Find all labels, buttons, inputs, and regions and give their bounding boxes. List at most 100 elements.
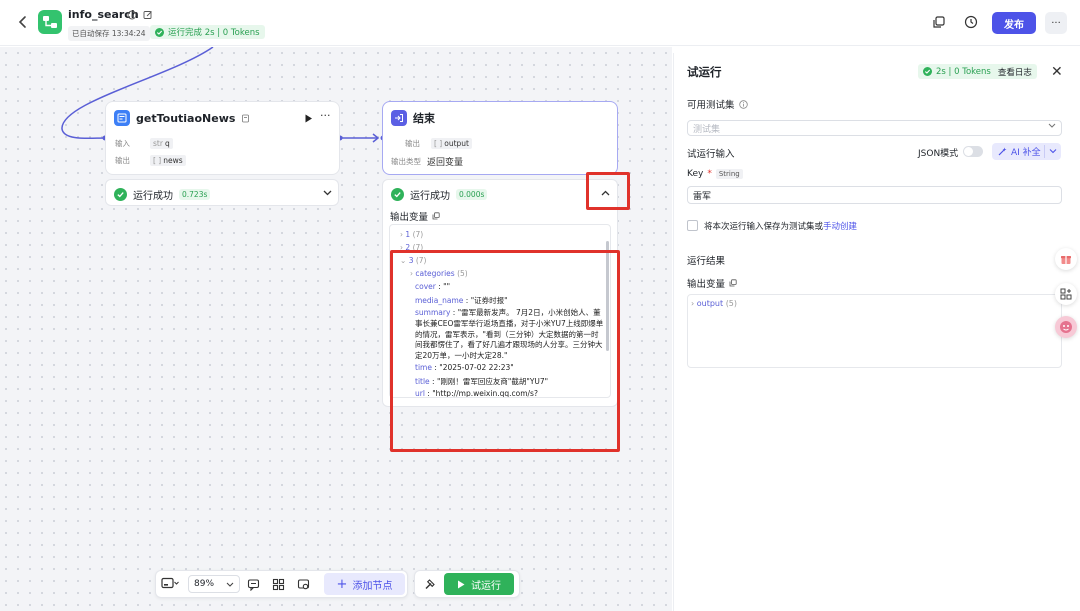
result-heading: 运行结果: [687, 256, 726, 267]
tree-item-1[interactable]: › 1 (7): [400, 230, 423, 239]
node-input-row: 输入 str q: [115, 138, 173, 149]
test-input-heading: 试运行输入: [687, 149, 735, 160]
debug-tool-icon[interactable]: [423, 578, 436, 591]
success-check-icon: [391, 188, 404, 201]
key-field-label: Key * String: [687, 169, 743, 179]
output-type: [ ]: [434, 139, 443, 148]
status-time: 0.000s: [456, 189, 488, 200]
tree-key: output: [696, 299, 724, 308]
image-node-icon[interactable]: [297, 578, 310, 591]
output-type: [ ]: [153, 156, 162, 165]
output-label: 输出: [405, 139, 420, 148]
highlight-collapse-button: [586, 172, 630, 210]
input-tag: str q: [150, 138, 173, 149]
comment-icon[interactable]: [247, 578, 260, 591]
testset-select[interactable]: 测试集: [687, 120, 1062, 136]
news-node-status[interactable]: 运行成功 0.723s: [105, 179, 339, 206]
chevron-down-icon[interactable]: [323, 190, 332, 196]
testset-placeholder: 测试集: [693, 125, 721, 135]
input-value: q: [164, 139, 170, 148]
chevron-down-icon[interactable]: [1049, 145, 1057, 157]
node-end[interactable]: 结束 输出 [ ] output 输出类型 返回变量: [382, 101, 618, 175]
test-run-panel: 试运行 2s | 0 Tokens 查看日志 ✕ 可用测试集 测试集 试运行输入…: [673, 53, 1076, 611]
output-tag: [ ] output: [431, 138, 472, 149]
success-check-icon: [114, 188, 127, 201]
plus-icon: +: [336, 576, 348, 592]
tree-key: 1: [405, 230, 411, 239]
output-vars-label: 输出变量: [687, 279, 726, 290]
doc-icon: [242, 114, 250, 122]
node-get-toutiao-news[interactable]: getToutiaoNews ··· 输入 str q 输出 [ ] news: [105, 101, 340, 175]
history-icon[interactable]: [963, 14, 979, 30]
panel-badge-text: 2s | 0 Tokens: [936, 66, 991, 77]
copy-icon[interactable]: [931, 14, 947, 30]
tree-count: (5): [725, 299, 738, 308]
plugin-icon: [114, 110, 130, 126]
add-node-label: 添加节点: [352, 580, 393, 592]
save-text: 将本次运行输入保存为测试集或: [704, 222, 824, 232]
chevron-down-icon: [1048, 123, 1056, 128]
input-label: 输入: [115, 139, 130, 148]
node-title: 结束: [413, 112, 435, 125]
end-output-kind-row: 输出类型 返回变量: [391, 155, 463, 168]
output-kind-label: 输出类型: [391, 157, 421, 166]
workflow-logo-icon: [38, 10, 62, 34]
required-marker: *: [707, 169, 712, 179]
run-status-text: 运行完成 2s | 0 Tokens: [168, 28, 260, 38]
input-type: str: [153, 139, 163, 148]
view-log-link[interactable]: 查看日志: [998, 66, 1032, 78]
assistant-avatar-icon[interactable]: [1055, 316, 1077, 338]
output-value: output: [444, 139, 469, 148]
magic-wand-icon: [998, 147, 1007, 156]
info-icon[interactable]: [127, 10, 137, 20]
save-testset-label: 将本次运行输入保存为测试集或手动创建: [704, 220, 857, 232]
publish-button[interactable]: 发布: [992, 12, 1036, 34]
minimap-icon[interactable]: [161, 577, 179, 590]
test-run-button[interactable]: 试运行: [444, 573, 514, 595]
chevron-down-icon: [226, 582, 234, 587]
copy-icon[interactable]: [432, 212, 440, 220]
result-tree-output[interactable]: › output (5): [691, 299, 737, 308]
output-vars-heading: 输出变量: [390, 209, 440, 223]
autosave-status: 已自动保存 13:34:24: [68, 26, 150, 41]
key-label: Key: [687, 169, 704, 179]
zoom-value: 89%: [194, 579, 215, 589]
json-mode-label: JSON模式: [918, 149, 959, 159]
output-label: 输出: [115, 156, 130, 165]
create-manually-link[interactable]: 手动创建: [823, 222, 857, 232]
success-check-icon: [155, 27, 164, 37]
save-testset-checkbox[interactable]: [687, 220, 698, 231]
output-value: news: [163, 156, 183, 165]
info-icon[interactable]: [738, 99, 748, 109]
testset-label: 可用测试集: [687, 100, 735, 111]
add-node-button[interactable]: + 添加节点: [324, 573, 405, 595]
key-input[interactable]: 雷军: [687, 186, 1062, 204]
layout-icon[interactable]: [272, 578, 285, 591]
node-title: getToutiaoNews: [136, 111, 236, 125]
output-kind-value: 返回变量: [427, 158, 464, 168]
panel-run-badge: 2s | 0 Tokens 查看日志: [918, 64, 1037, 79]
testset-heading: 可用测试集: [687, 97, 748, 111]
workflow-canvas[interactable]: getToutiaoNews ··· 输入 str q 输出 [ ] news 运行…: [0, 47, 672, 611]
result-output-heading: 输出变量: [687, 276, 737, 290]
success-check-icon: [923, 67, 932, 76]
add-widget-icon[interactable]: [1055, 283, 1077, 305]
edit-icon[interactable]: [143, 10, 153, 20]
gift-icon[interactable]: [1055, 248, 1077, 270]
ai-fill-button[interactable]: AI 补全: [992, 143, 1061, 160]
tree-count: (7): [412, 230, 424, 239]
output-tag: [ ] news: [150, 155, 186, 166]
more-button[interactable]: ···: [1045, 12, 1067, 34]
zoom-select[interactable]: 89%: [188, 575, 240, 593]
close-icon[interactable]: ✕: [1051, 64, 1063, 80]
play-icon: [458, 580, 465, 588]
node-more-icon[interactable]: ···: [320, 109, 331, 122]
run-status-badge: 运行完成 2s | 0 Tokens: [150, 25, 265, 39]
json-mode-toggle[interactable]: [963, 146, 983, 157]
copy-icon[interactable]: [729, 279, 737, 287]
status-time: 0.723s: [179, 189, 211, 200]
result-json-viewer[interactable]: › output (5): [687, 294, 1062, 368]
node-output-row: 输出 [ ] news: [115, 155, 186, 166]
play-icon[interactable]: [304, 114, 313, 123]
back-arrow-icon[interactable]: [14, 13, 32, 31]
